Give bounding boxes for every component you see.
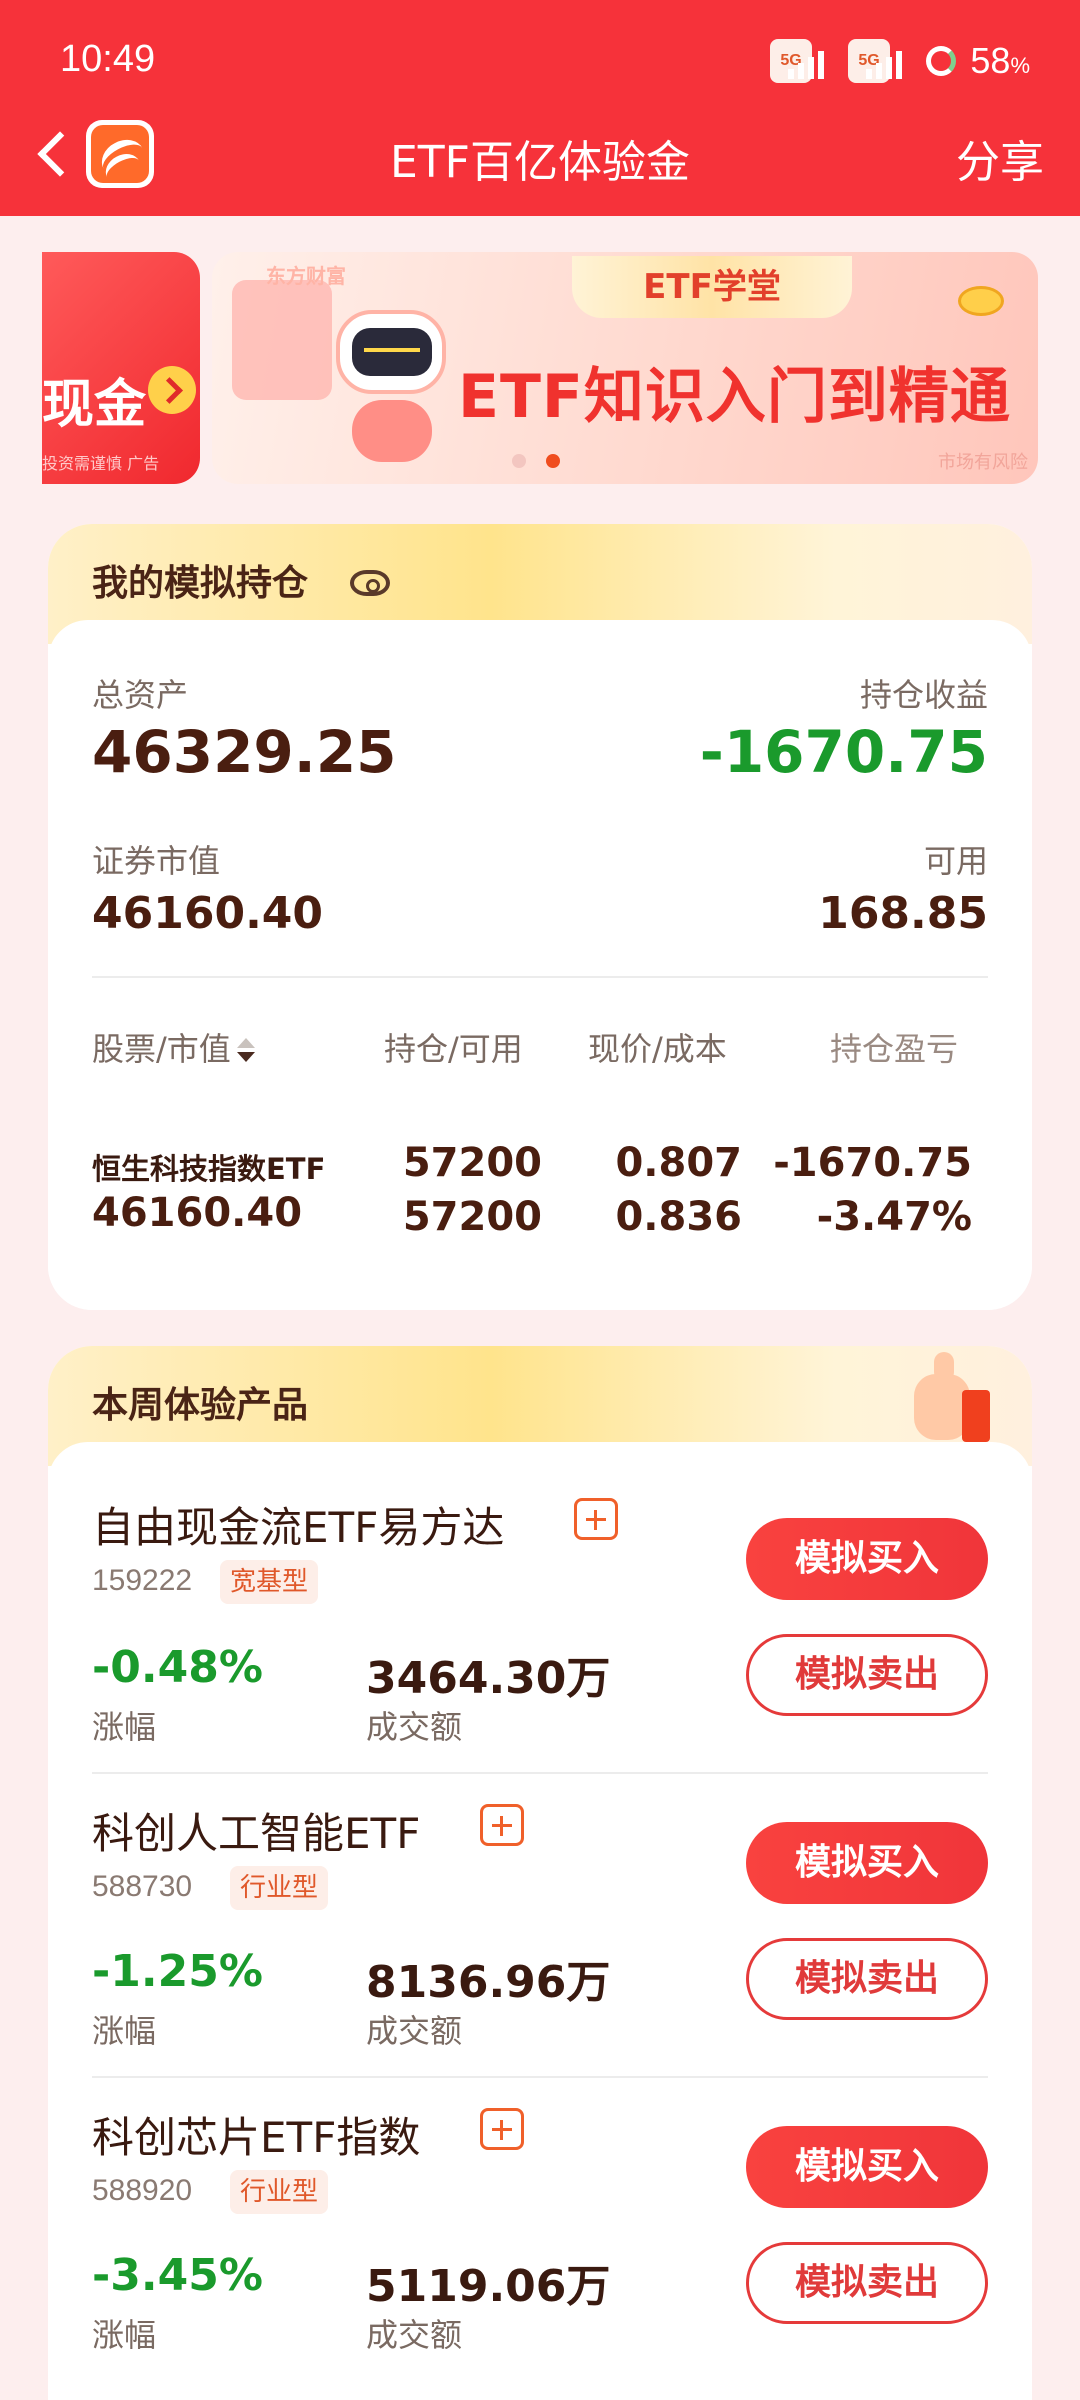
product-name: 自由现金流ETF易方达 [92,1503,505,1552]
banner-headline: ETF知识入门到精通 [458,362,1011,432]
total-assets-label: 总资产 [92,676,189,714]
holding-market-value: 46160.40 [92,1190,303,1236]
available-label: 可用 [923,842,988,880]
status-icons: 5G 5G 58% [770,39,1030,83]
arrow-right-icon [148,366,196,414]
divider [92,1772,988,1774]
holding-profit: -1670.75 [773,1140,972,1186]
holdings-title: 我的模拟持仓 [92,554,309,614]
banner-risk-note: 市场有风险 [938,452,1028,473]
chart-screen-icon [232,280,332,400]
product-change: -0.48% [92,1642,263,1693]
product-code: 159222 [92,1564,193,1597]
volume-label: 成交额 [366,1708,463,1746]
holding-name: 恒生科技指数ETF [92,1152,326,1186]
market-value-label: 证券市值 [92,842,221,880]
holding-available: 57200 [402,1194,542,1240]
product-type-tag: 行业型 [230,1866,329,1910]
signal-icon-1: 5G [770,39,834,83]
products-card-body: 自由现金流ETF易方达 159222 宽基型 -0.48% 涨幅 3464.30… [48,1442,1032,2400]
product-volume: 8136.96万 [366,1957,611,2008]
banner-etf-school[interactable]: 东方财富 ETF学堂 ETF知识入门到精通 市场有风险 [212,252,1038,484]
total-assets-value: 46329.25 [92,718,397,786]
holding-profit-pct: -3.47% [816,1194,972,1240]
column-header-price: 现价/成本 [588,1030,727,1068]
market-value-value: 46160.40 [92,888,324,939]
holding-profit-value: -1670.75 [699,718,988,786]
banner-brand: 东方财富 [266,264,346,288]
top-bar: 10:49 5G 5G 58% ETF百亿体验金 分享 [0,0,1080,216]
banner-badge: ETF学堂 [572,256,852,318]
banner-left-note: 投资需谨慎 广告 [42,454,160,473]
column-header-position: 持仓/可用 [384,1030,523,1068]
change-label: 涨幅 [92,2316,157,2354]
products-title: 本周体验产品 [92,1376,309,1436]
divider [92,2076,988,2078]
simulate-buy-button[interactable]: 模拟买入 [746,1822,988,1904]
holding-profit-label: 持仓收益 [859,676,988,714]
volume-label: 成交额 [366,2316,463,2354]
battery-icon [926,46,957,76]
product-code: 588730 [92,1870,193,1903]
product-type-tag: 宽基型 [220,1560,319,1604]
eye-icon[interactable] [350,570,390,596]
available-value: 168.85 [818,888,988,939]
battery-level: 58% [970,40,1030,81]
product-change: -1.25% [92,1946,263,1997]
product-volume: 3464.30万 [366,1653,611,1704]
simulate-buy-button[interactable]: 模拟买入 [746,1518,988,1600]
banner-left-text: 现金 [42,375,147,435]
add-watchlist-icon[interactable] [480,1804,524,1846]
holdings-card: 我的模拟持仓 总资产 46329.25 持仓收益 -1670.75 证券市值 4… [48,524,1032,1310]
carousel-indicator [512,454,560,468]
holding-price: 0.807 [615,1140,742,1186]
column-header-stock[interactable]: 股票/市值 [92,1024,257,1070]
product-change: -3.45% [92,2250,263,2301]
simulate-buy-button[interactable]: 模拟买入 [746,2126,988,2208]
holdings-card-body: 总资产 46329.25 持仓收益 -1670.75 证券市值 46160.40… [48,620,1032,1310]
change-label: 涨幅 [92,1708,157,1746]
simulate-sell-button[interactable]: 模拟卖出 [746,1634,988,1716]
holding-position: 57200 [402,1140,542,1186]
change-label: 涨幅 [92,2012,157,2050]
simulate-sell-button[interactable]: 模拟卖出 [746,1938,988,2020]
share-button[interactable]: 分享 [956,126,1044,190]
simulate-sell-button[interactable]: 模拟卖出 [746,2242,988,2324]
products-card: 本周体验产品 自由现金流ETF易方达 159222 宽基型 -0.48% 涨幅 … [48,1346,1032,2400]
signal-icon-2: 5G [848,39,912,83]
product-code: 588920 [92,2174,193,2207]
product-type-tag: 行业型 [230,2170,329,2214]
add-watchlist-icon[interactable] [574,1498,618,1540]
robot-icon [322,310,462,470]
status-time: 10:49 [60,38,156,80]
coin-icon [958,286,1004,316]
holding-cost: 0.836 [615,1194,742,1240]
page-title: ETF百亿体验金 [390,137,690,188]
add-watchlist-icon[interactable] [480,2108,524,2150]
column-header-profit: 持仓盈亏 [830,1030,959,1068]
product-name: 科创人工智能ETF [92,1809,421,1858]
volume-label: 成交额 [366,2012,463,2050]
carousel-dot-active [546,454,560,468]
carousel-dot [512,454,526,468]
sort-icon [235,1036,257,1066]
product-volume: 5119.06万 [366,2261,611,2312]
banner-previous-slide[interactable]: 现金 投资需谨慎 广告 [42,252,200,484]
product-name: 科创芯片ETF指数 [92,2113,421,2162]
divider [92,976,988,978]
